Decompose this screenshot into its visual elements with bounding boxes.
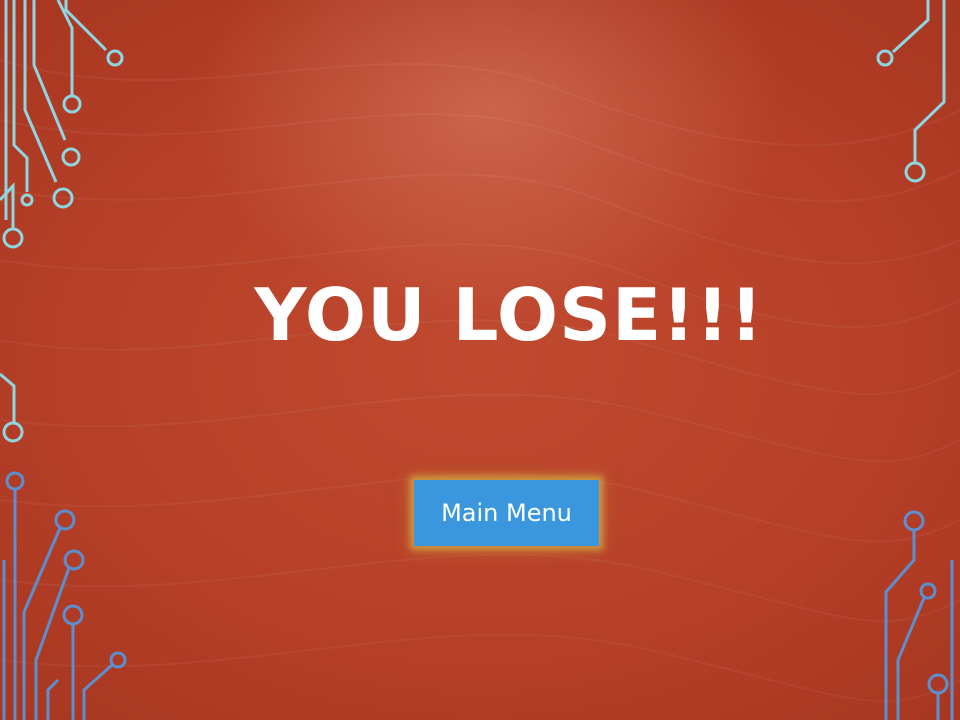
circuit-lines-icon bbox=[0, 0, 954, 720]
main-menu-button[interactable]: Main Menu bbox=[414, 480, 599, 546]
background-texture bbox=[0, 59, 960, 703]
game-over-screen: YOU LOSE!!! Main Menu bbox=[0, 0, 960, 720]
game-over-title: YOU LOSE!!! bbox=[254, 273, 764, 357]
